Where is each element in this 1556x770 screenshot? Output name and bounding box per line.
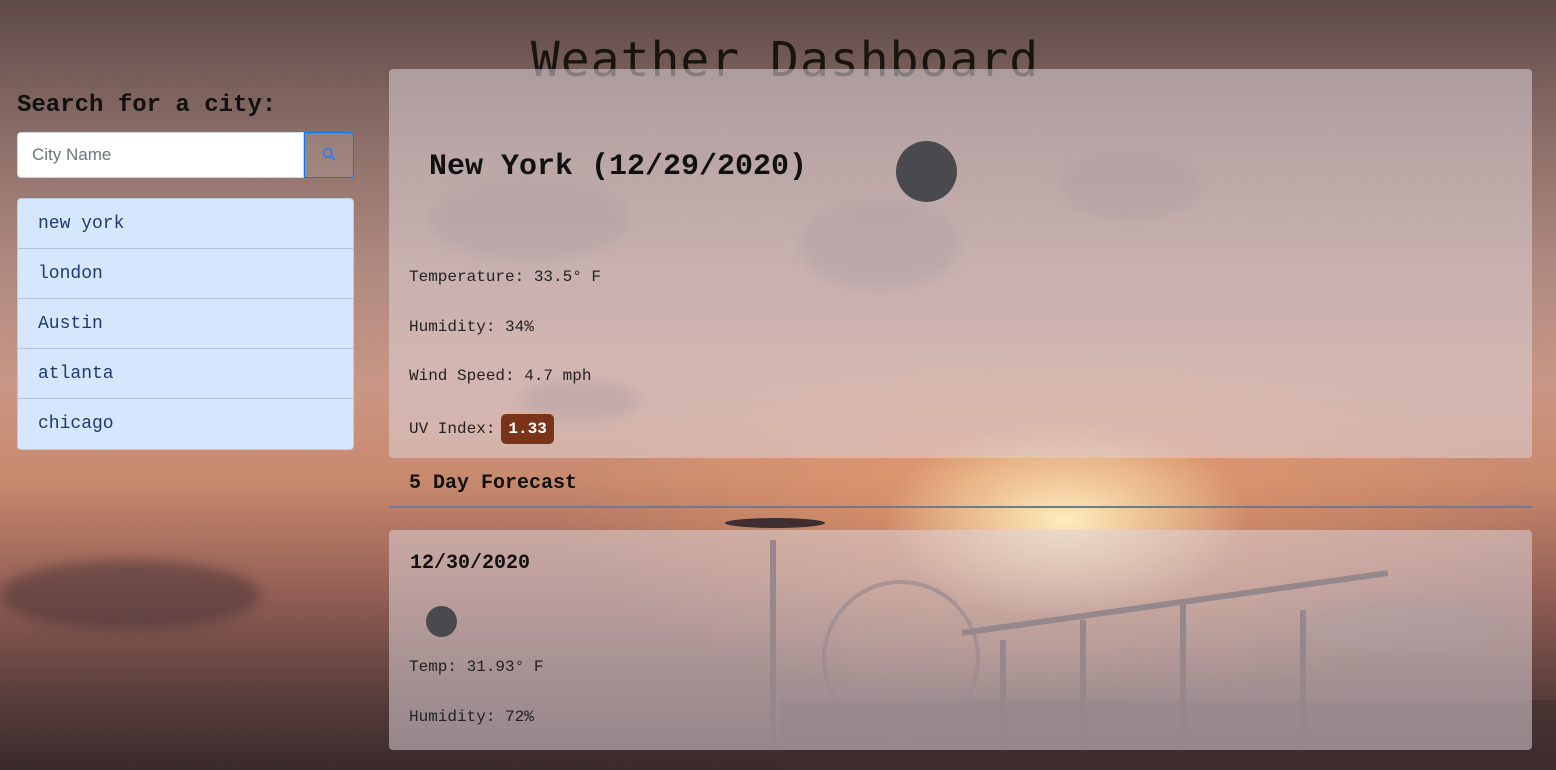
sidebar: Search for a city: new york london Austi… [17,86,354,450]
search-heading: Search for a city: [17,92,277,119]
uv-index-badge: 1.33 [501,414,554,444]
history-item-london[interactable]: london [18,249,353,299]
forecast-temp: Temp: 31.93° F [409,658,544,676]
weather-icon [426,606,457,637]
forecast-humidity: Humidity: 72% [409,708,534,726]
uv-index-row: UV Index: 1.33 [409,414,554,444]
wind-speed-text: Wind Speed: 4.7 mph [409,367,592,385]
humidity-text: Humidity: 34% [409,318,534,336]
city-search-input[interactable] [17,132,304,178]
history-item-new-york[interactable]: new york [18,199,353,249]
current-city-heading: New York (12/29/2020) [429,150,808,184]
temperature-text: Temperature: 33.5° F [409,268,602,286]
history-item-atlanta[interactable]: atlanta [18,349,353,399]
forecast-day-card: 12/30/2020 Temp: 31.93° F Humidity: 72% [389,530,1532,750]
search-history-list: new york london Austin atlanta chicago [17,198,354,450]
history-item-austin[interactable]: Austin [18,299,353,349]
weather-icon [896,141,957,202]
forecast-date: 12/30/2020 [410,552,531,575]
forecast-heading: 5 Day Forecast [409,472,578,495]
history-item-chicago[interactable]: chicago [18,399,353,449]
current-weather-card: New York (12/29/2020) Temperature: 33.5°… [389,69,1532,458]
search-icon [322,147,336,164]
search-bar [17,132,354,178]
search-button[interactable] [304,132,354,178]
uv-index-label: UV Index: [409,420,496,438]
forecast-section-header: 5 Day Forecast [389,460,1532,508]
